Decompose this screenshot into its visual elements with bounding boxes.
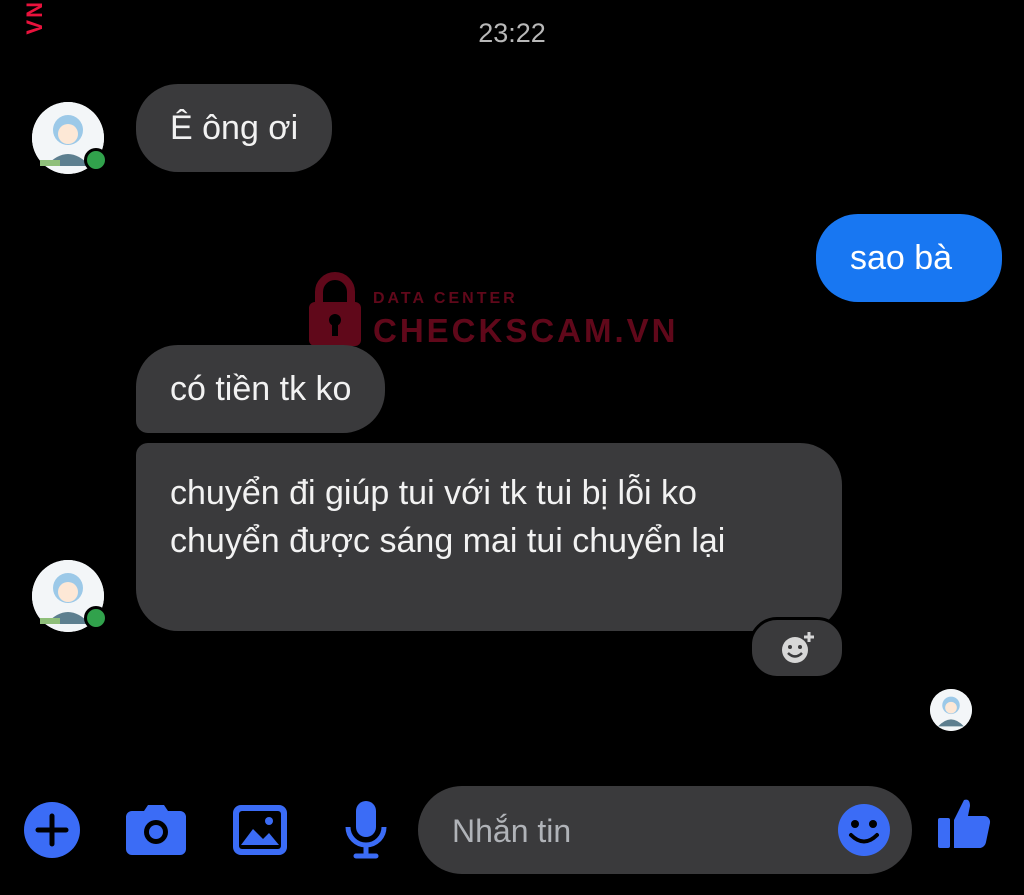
emoji-button[interactable]	[836, 802, 892, 858]
watermark: DATA CENTER CHECKSCAM.VN	[305, 270, 676, 353]
add-reaction-icon	[782, 632, 814, 663]
received-message-bubble[interactable]: Ê ông ơi	[136, 84, 333, 172]
smiley-icon	[838, 804, 890, 856]
plus-circle-icon	[24, 802, 80, 858]
received-message-bubble[interactable]: chuyển đi giúp tui với tk tui bị lỗi ko …	[136, 443, 842, 631]
message-input[interactable]	[450, 786, 814, 876]
thumbs-up-icon	[938, 799, 991, 849]
contact-avatar[interactable]	[32, 102, 108, 174]
received-message-bubble[interactable]: có tiền tk ko	[136, 345, 386, 433]
add-button[interactable]	[22, 800, 82, 860]
microphone-icon	[345, 801, 387, 859]
lock-icon	[309, 272, 361, 346]
watermark-subtitle: DATA CENTER	[373, 290, 518, 307]
camera-button[interactable]	[126, 800, 186, 860]
message-input-container	[418, 786, 912, 876]
sent-message-bubble[interactable]: sao bà	[816, 214, 1002, 302]
image-icon	[233, 805, 287, 855]
seen-receipt-avatar	[930, 689, 972, 731]
contact-avatar[interactable]	[32, 560, 108, 632]
camera-icon	[126, 805, 186, 855]
gallery-button[interactable]	[230, 800, 290, 860]
online-status-dot	[84, 148, 108, 172]
add-reaction-button[interactable]	[749, 617, 845, 679]
message-timestamp: 23:22	[478, 18, 546, 48]
watermark-title: CHECKSCAM.VN	[373, 312, 679, 349]
online-status-dot	[84, 606, 108, 630]
message-composer	[0, 780, 1024, 880]
like-button[interactable]	[934, 792, 994, 852]
voice-button[interactable]	[336, 800, 396, 860]
avatar-illustration	[930, 689, 972, 731]
